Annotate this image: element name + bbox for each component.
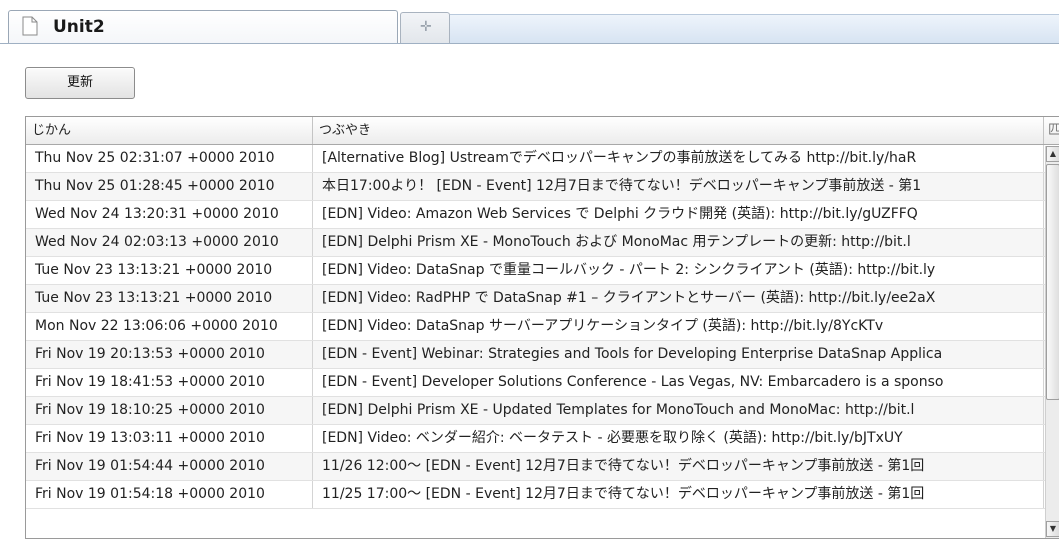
document-icon — [22, 16, 38, 36]
tweet-cell[interactable]: 11/26 12:00〜 [EDN - Event] 12月7日まで待てない！デ… — [313, 453, 1044, 480]
table-row[interactable]: Fri Nov 19 18:41:53 +0000 2010 [EDN - Eve… — [26, 369, 1059, 397]
scroll-down-icon[interactable]: ▼ — [1046, 521, 1059, 537]
scroll-thumb[interactable] — [1046, 164, 1059, 400]
time-cell[interactable]: Wed Nov 24 02:03:13 +0000 2010 — [26, 229, 313, 256]
time-cell[interactable]: Fri Nov 19 18:41:53 +0000 2010 — [26, 369, 313, 396]
new-tab-icon: ✛ — [420, 19, 432, 35]
grid-header: じかん つぶやき 匹 — [26, 117, 1059, 145]
column-header-time[interactable]: じかん — [26, 117, 313, 144]
table-row[interactable]: Thu Nov 25 01:28:45 +0000 2010 本日17:00より！… — [26, 173, 1059, 201]
time-cell[interactable]: Wed Nov 24 13:20:31 +0000 2010 — [26, 201, 313, 228]
table-row[interactable]: Fri Nov 19 18:10:25 +0000 2010 [EDN] Delp… — [26, 397, 1059, 425]
scroll-up-icon[interactable]: ▲ — [1046, 146, 1059, 162]
time-cell[interactable]: Tue Nov 23 13:13:21 +0000 2010 — [26, 285, 313, 312]
tweet-cell[interactable]: [EDN - Event] Developer Solutions Confer… — [313, 369, 1044, 396]
time-cell[interactable]: Thu Nov 25 01:28:45 +0000 2010 — [26, 173, 313, 200]
column-header-extra[interactable]: 匹 — [1044, 117, 1059, 144]
tweet-cell[interactable]: 本日17:00より！ [EDN - Event] 12月7日まで待てない！デベロ… — [313, 173, 1044, 200]
tweet-cell[interactable]: [EDN] Video: RadPHP で DataSnap #1 – クライア… — [313, 285, 1044, 312]
tweet-cell[interactable]: [EDN] Video: DataSnap サーバーアプリケーションタイプ (英… — [313, 313, 1044, 340]
table-row[interactable]: Fri Nov 19 01:54:18 +0000 2010 11/25 17:0… — [26, 481, 1059, 509]
tab-strip: Unit2 ✛ — [0, 0, 1059, 44]
tweet-cell[interactable]: [Alternative Blog] Ustreamでデベロッパーキャンプの事前… — [313, 145, 1044, 172]
time-cell[interactable]: Fri Nov 19 01:54:44 +0000 2010 — [26, 453, 313, 480]
table-row[interactable]: Tue Nov 23 13:13:21 +0000 2010 [EDN] Vide… — [26, 257, 1059, 285]
time-cell[interactable]: Fri Nov 19 13:03:11 +0000 2010 — [26, 425, 313, 452]
table-row[interactable]: Wed Nov 24 13:20:31 +0000 2010 [EDN] Vide… — [26, 201, 1059, 229]
table-row[interactable]: Fri Nov 19 13:03:11 +0000 2010 [EDN] Vide… — [26, 425, 1059, 453]
time-cell[interactable]: Thu Nov 25 02:31:07 +0000 2010 — [26, 145, 313, 172]
new-tab-button[interactable]: ✛ — [400, 12, 450, 44]
table-row[interactable]: Fri Nov 19 20:13:53 +0000 2010 [EDN - Eve… — [26, 341, 1059, 369]
time-cell[interactable]: Mon Nov 22 13:06:06 +0000 2010 — [26, 313, 313, 340]
tab-unit2[interactable]: Unit2 — [8, 10, 398, 44]
refresh-button[interactable]: 更新 — [25, 67, 135, 99]
tweet-cell[interactable]: [EDN] Video: DataSnap で重量コールバック - パート 2:… — [313, 257, 1044, 284]
tweet-cell[interactable]: [EDN] Video: Amazon Web Services で Delph… — [313, 201, 1044, 228]
time-cell[interactable]: Fri Nov 19 20:13:53 +0000 2010 — [26, 341, 313, 368]
time-cell[interactable]: Fri Nov 19 01:54:18 +0000 2010 — [26, 481, 313, 508]
table-row[interactable]: Tue Nov 23 13:13:21 +0000 2010 [EDN] Vide… — [26, 285, 1059, 313]
tweet-cell[interactable]: [EDN] Delphi Prism XE - MonoTouch および Mo… — [313, 229, 1044, 256]
tweet-cell[interactable]: 11/25 17:00〜 [EDN - Event] 12月7日まで待てない！デ… — [313, 481, 1044, 508]
table-row[interactable]: Thu Nov 25 02:31:07 +0000 2010 [Alternati… — [26, 145, 1059, 173]
tab-label: Unit2 — [53, 17, 105, 37]
tweet-cell[interactable]: [EDN] Delphi Prism XE - Updated Template… — [313, 397, 1044, 424]
tweet-grid[interactable]: じかん つぶやき 匹 Thu Nov 25 02:31:07 +0000 201… — [25, 116, 1059, 539]
vertical-scrollbar[interactable]: ▲ ▼ — [1045, 146, 1059, 538]
tweet-cell[interactable]: [EDN - Event] Webinar: Strategies and To… — [313, 341, 1044, 368]
table-row[interactable]: Fri Nov 19 01:54:44 +0000 2010 11/26 12:0… — [26, 453, 1059, 481]
tab-bar-background — [450, 14, 1059, 44]
table-row[interactable]: Wed Nov 24 02:03:13 +0000 2010 [EDN] Delp… — [26, 229, 1059, 257]
table-row[interactable]: Mon Nov 22 13:06:06 +0000 2010 [EDN] Vide… — [26, 313, 1059, 341]
time-cell[interactable]: Fri Nov 19 18:10:25 +0000 2010 — [26, 397, 313, 424]
column-header-tweet[interactable]: つぶやき — [313, 117, 1044, 144]
tweet-cell[interactable]: [EDN] Video: ベンダー紹介: ベータテスト - 必要悪を取り除く (… — [313, 425, 1044, 452]
tab-divider — [0, 43, 1059, 44]
time-cell[interactable]: Tue Nov 23 13:13:21 +0000 2010 — [26, 257, 313, 284]
